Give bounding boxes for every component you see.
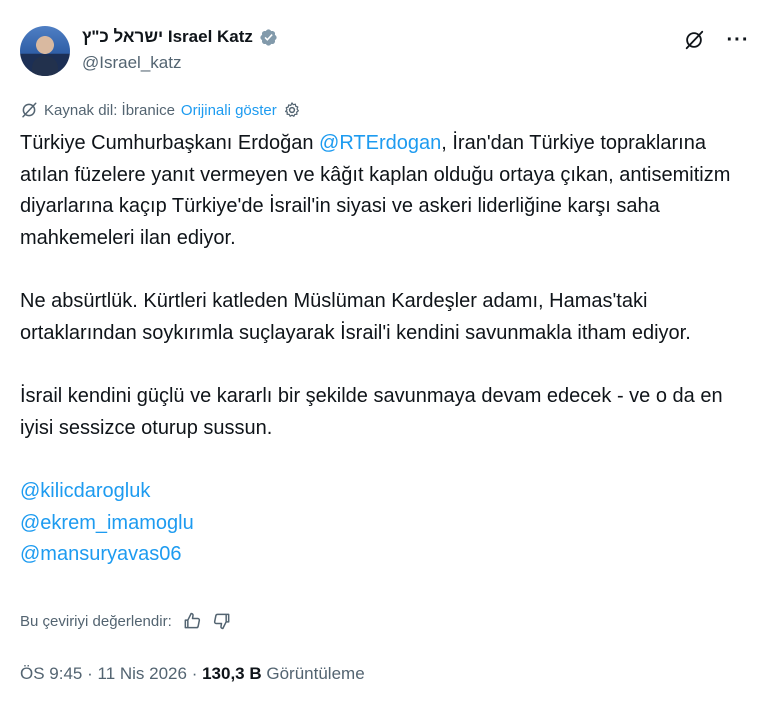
mention-link[interactable]: @RTErdogan bbox=[319, 132, 441, 154]
tweet-text-segment: Türkiye Cumhurbaşkanı Erdoğan bbox=[20, 132, 320, 154]
rate-translation-label: Bu çeviriyi değerlendir: bbox=[20, 612, 172, 630]
tweet-paragraph-1: Türkiye Cumhurbaşkanı Erdoğan @RTErdogan… bbox=[20, 128, 755, 254]
tweet-date[interactable]: 11 Nis 2026 bbox=[98, 664, 187, 683]
mention-link[interactable]: @kilicdarogluk bbox=[20, 476, 755, 508]
author-display-name[interactable]: ישראל כ"ץ Israel Katz bbox=[82, 27, 253, 47]
verified-badge-icon bbox=[260, 28, 277, 46]
mention-link[interactable]: @mansuryavas06 bbox=[20, 539, 755, 571]
more-options-icon[interactable]: ··· bbox=[726, 28, 750, 52]
tweet-top-actions: ··· bbox=[682, 28, 750, 52]
mention-link[interactable]: @ekrem_imamoglu bbox=[20, 508, 755, 540]
thumbs-up-icon[interactable] bbox=[182, 611, 202, 631]
grok-glyph-icon bbox=[685, 30, 704, 50]
views-label: Görüntüleme bbox=[266, 664, 365, 683]
translate-icon bbox=[22, 102, 37, 118]
separator-dot: · bbox=[87, 664, 98, 683]
show-original-link[interactable]: Orijinali göster bbox=[181, 102, 277, 119]
tweet-paragraph-3: İsrail kendini güçlü ve kararlı bir şeki… bbox=[20, 385, 723, 439]
views-count: 130,3 B bbox=[202, 664, 262, 683]
rate-translation-row: Bu çeviriyi değerlendir: bbox=[20, 611, 232, 631]
separator-dot: · bbox=[191, 664, 203, 683]
tweet-paragraph-2: Ne absürtlük. Kürtleri katleden Müslüman… bbox=[20, 290, 691, 344]
tweet-text: Türkiye Cumhurbaşkanı Erdoğan @RTErdogan… bbox=[20, 128, 755, 571]
avatar[interactable] bbox=[20, 26, 70, 76]
thumbs-down-icon[interactable] bbox=[212, 611, 232, 631]
grok-icon[interactable] bbox=[682, 28, 706, 52]
gear-icon[interactable] bbox=[283, 101, 301, 119]
tweet-time[interactable]: ÖS 9:45 bbox=[20, 664, 82, 683]
tweet-meta: ÖS 9:45 · 11 Nis 2026 · 130,3 B Görüntül… bbox=[20, 664, 365, 684]
author-handle[interactable]: @Israel_katz bbox=[82, 53, 181, 73]
translation-source-row: Kaynak dil: İbranice Orijinali göster bbox=[20, 101, 301, 119]
translation-source-label: Kaynak dil: İbranice bbox=[44, 101, 175, 119]
author-name-row: ישראל כ"ץ Israel Katz bbox=[82, 27, 278, 47]
